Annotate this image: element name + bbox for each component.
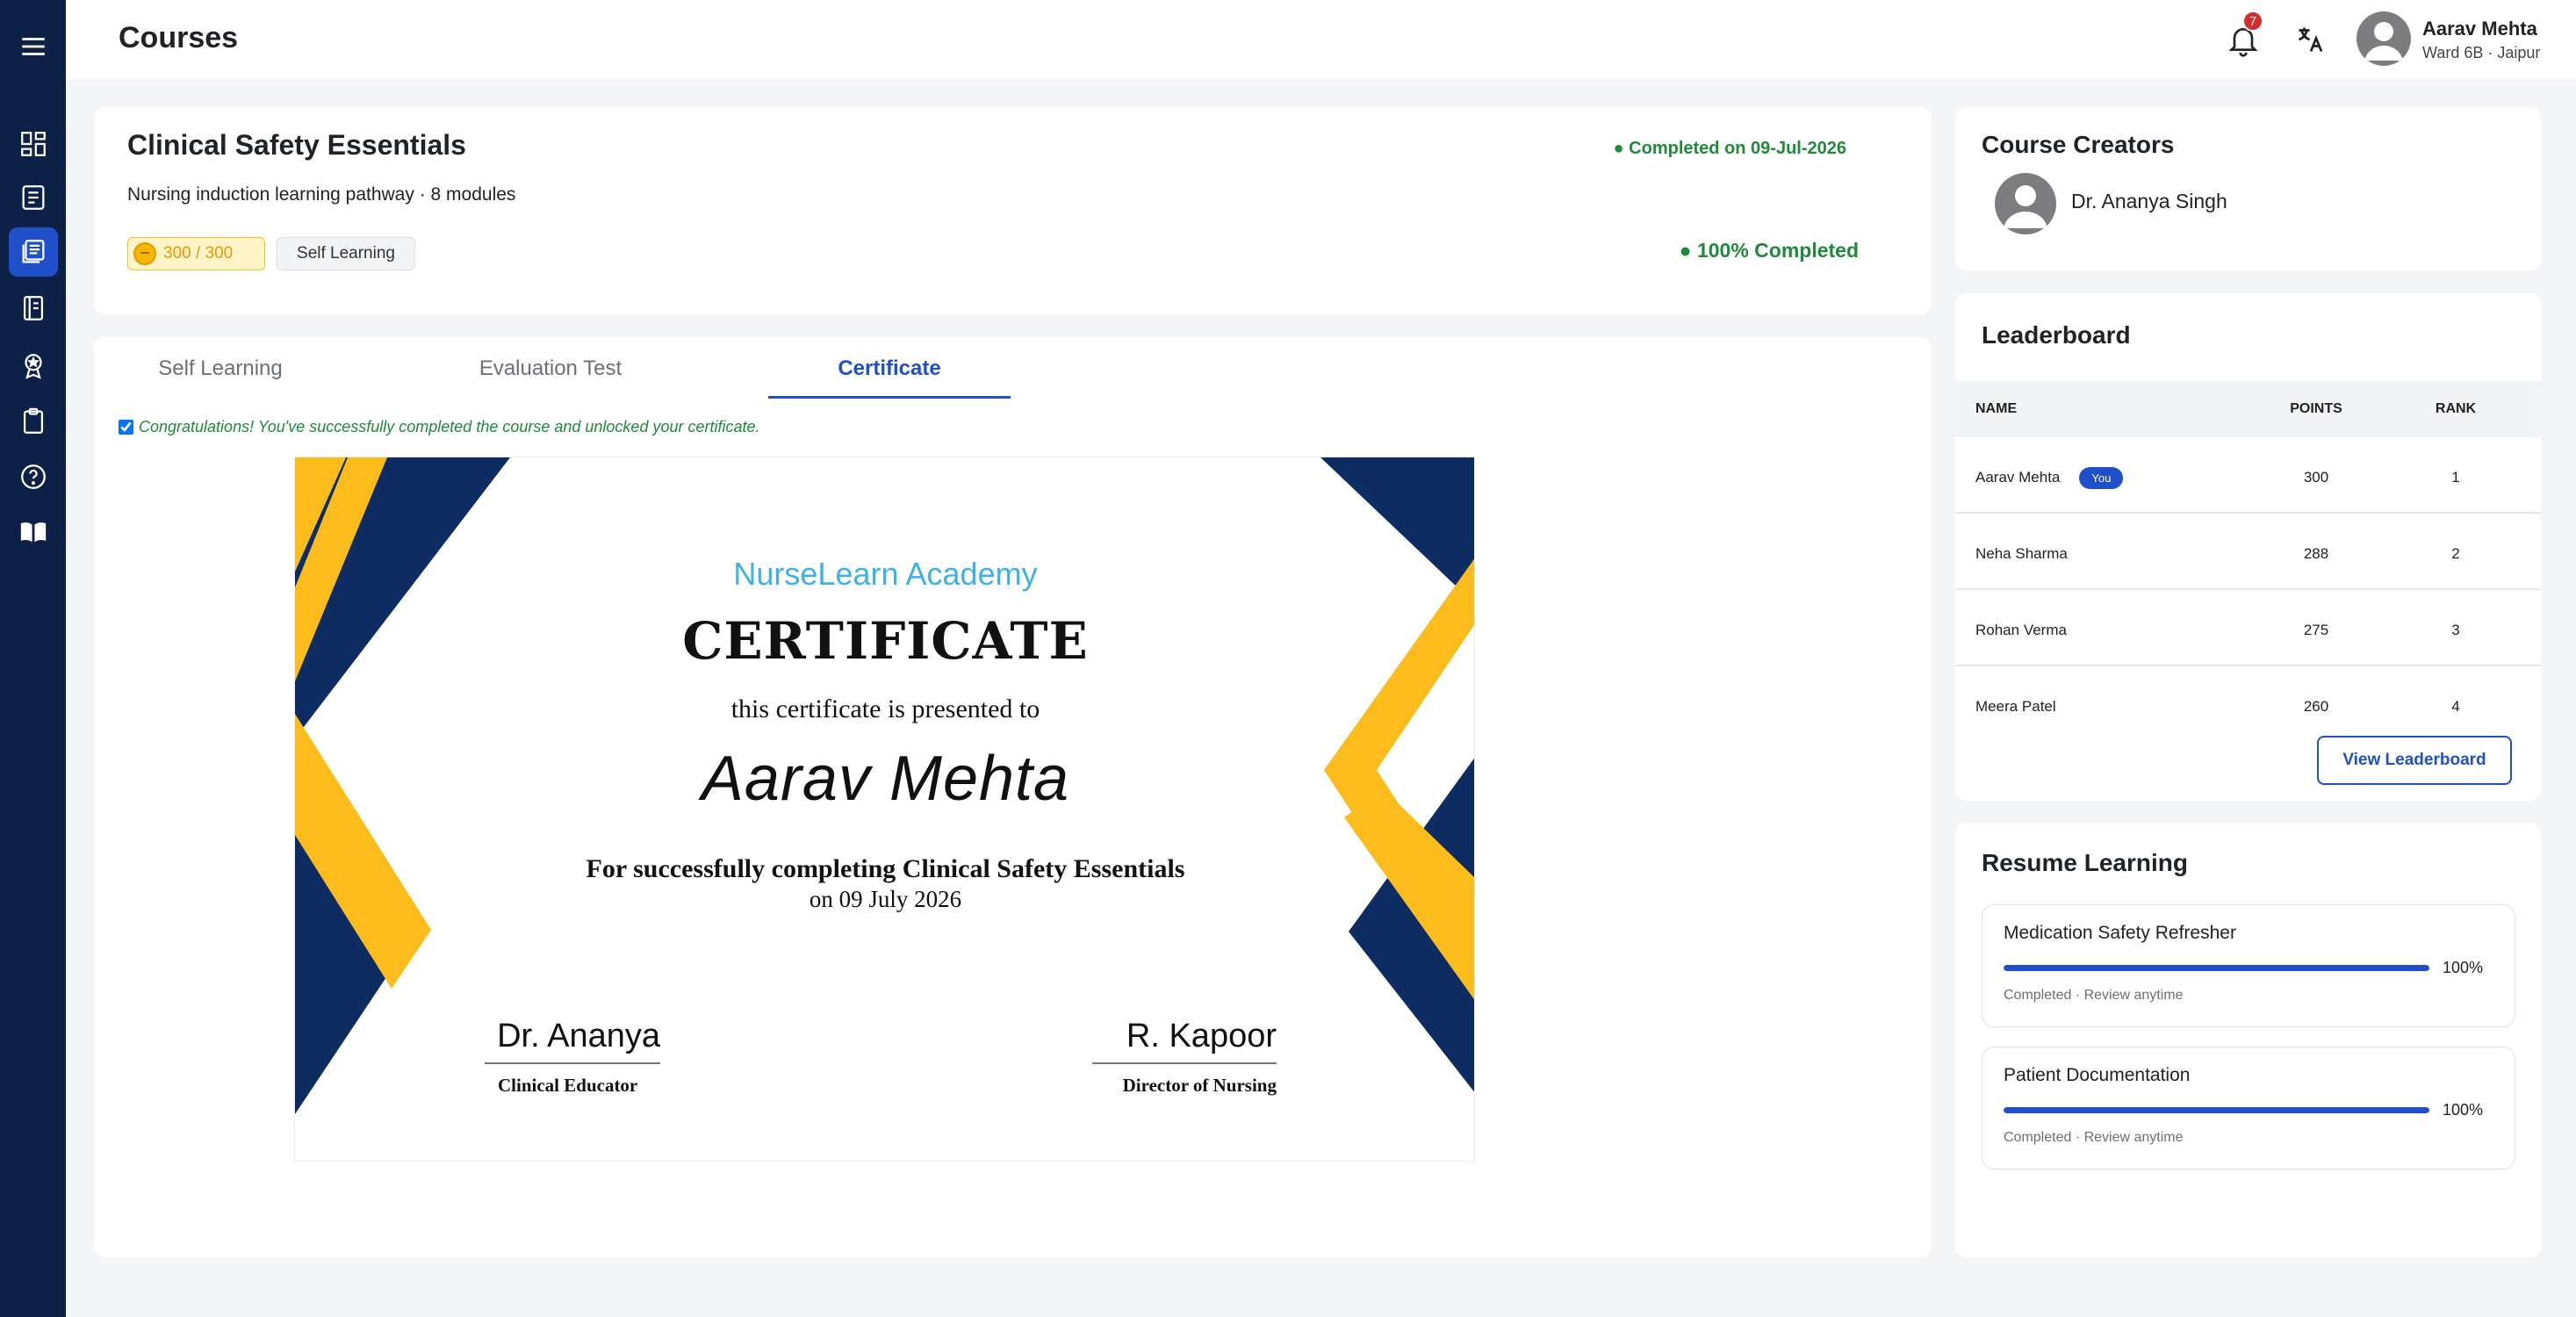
row-name: Rohan Verma — [1975, 622, 2067, 638]
notifications-button[interactable]: 7 — [2221, 11, 2265, 61]
course-type-chip: Self Learning — [277, 237, 415, 270]
leaderboard-row: Meera Patel 260 4 — [1955, 666, 2541, 743]
signature-left: Dr. Ananya Clinical Educator — [485, 1018, 660, 1097]
signature-line — [1092, 1062, 1277, 1064]
points-chip: 300 / 300 — [127, 237, 265, 270]
translate-icon — [2299, 27, 2323, 53]
leaderboard-heading: Leaderboard — [1982, 321, 2131, 349]
certificate-title: CERTIFICATE — [682, 611, 1089, 671]
course-tabs: Self Learning Evaluation Test Certificat… — [94, 337, 1148, 399]
progress-fill — [2004, 1107, 2429, 1113]
menu-icon[interactable] — [9, 22, 58, 71]
creators-heading: Course Creators — [1982, 131, 2175, 158]
user-avatar[interactable] — [2357, 11, 2411, 66]
course-title: Clinical Safety Essentials — [127, 129, 466, 161]
progress-fill — [2004, 965, 2429, 971]
certificate-presented-to: this certificate is presented to — [730, 694, 1040, 723]
col-name-header: NAME — [1975, 401, 2018, 416]
top-bar: Courses 7 Aarav Mehta Ward 6B · Jaipur — [66, 0, 2576, 81]
tab-certificate[interactable]: Certificate — [768, 356, 1011, 399]
library-icon[interactable] — [9, 507, 58, 557]
signature-name: Dr. Ananya — [497, 1018, 660, 1054]
notification-count-badge: 7 — [2242, 11, 2263, 32]
row-rank: 3 — [2451, 622, 2460, 638]
congrats-message: Congratulations! You've successfully com… — [119, 418, 760, 436]
row-points: 288 — [2303, 545, 2329, 562]
points-value: 300 / 300 — [163, 244, 234, 263]
row-name: Neha Sharma — [1975, 545, 2068, 562]
translate-button[interactable] — [2289, 18, 2333, 61]
row-name-text: Aarav Mehta — [1975, 468, 2061, 486]
signature-role: Clinical Educator — [498, 1075, 638, 1096]
dashboard-icon[interactable] — [9, 119, 58, 169]
resume-item-title: Patient Documentation — [2004, 1065, 2191, 1085]
page-title: Courses — [119, 21, 239, 54]
signature-name: R. Kapoor — [1126, 1018, 1277, 1054]
sidebar — [0, 0, 66, 1317]
you-badge: You — [2079, 467, 2124, 489]
row-points: 260 — [2303, 698, 2329, 715]
view-leaderboard-button[interactable]: View Leaderboard — [2317, 736, 2512, 785]
leaderboard-row: Rohan Verma 275 3 — [1955, 590, 2541, 666]
tab-evaluation-test[interactable]: Evaluation Test — [450, 356, 651, 399]
row-rank: 2 — [2451, 545, 2460, 562]
certificate-reason: For successfully completing Clinical Saf… — [586, 854, 1185, 883]
resume-learning-card: Resume Learning Medication Safety Refres… — [1955, 823, 2541, 1257]
course-creators-card: Course Creators Dr. Ananya Singh — [1955, 107, 2541, 270]
resume-item[interactable]: Medication Safety Refresher 100% Complet… — [1982, 904, 2515, 1027]
completed-date: ● Completed on 09-Jul-2026 — [1613, 139, 1846, 158]
resume-item[interactable]: Patient Documentation 100% Completed · R… — [1982, 1047, 2515, 1169]
col-points-header: POINTS — [2290, 401, 2342, 416]
certificate-org: NurseLearn Academy — [733, 556, 1038, 592]
user-name[interactable]: Aarav Mehta — [2422, 18, 2537, 40]
course-summary-card: Clinical Safety Essentials Nursing induc… — [94, 107, 1932, 314]
help-icon[interactable] — [9, 452, 58, 501]
col-rank-header: RANK — [2435, 401, 2477, 416]
leaderboard-row: Neha Sharma 288 2 — [1955, 514, 2541, 590]
progress-percent: 100% — [2443, 1101, 2484, 1119]
resume-heading: Resume Learning — [1982, 849, 2188, 876]
courses-icon[interactable] — [9, 227, 58, 277]
resume-item-status: Completed · Review anytime — [2004, 988, 2184, 1003]
creator-avatar — [1995, 173, 2056, 234]
notes-icon[interactable] — [9, 173, 58, 222]
signature-role: Director of Nursing — [1122, 1075, 1277, 1096]
course-content-card: Self Learning Evaluation Test Certificat… — [94, 337, 1932, 1257]
signature-line — [485, 1062, 660, 1064]
completion-status: ● 100% Completed — [1679, 239, 1859, 262]
certificate-date: on 09 July 2026 — [809, 886, 962, 912]
leaderboard-row: Aarav Mehta You 300 1 — [1955, 437, 2541, 514]
signature-right: R. Kapoor Director of Nursing — [1092, 1018, 1277, 1097]
creator-name[interactable]: Dr. Ananya Singh — [2071, 190, 2227, 213]
congrats-text: Congratulations! You've successfully com… — [139, 418, 760, 435]
congrats-checkbox — [119, 420, 133, 435]
coin-icon — [133, 242, 156, 265]
user-location: Ward 6B · Jaipur — [2422, 44, 2541, 61]
leaderboard-header: NAME POINTS RANK — [1955, 381, 2541, 437]
tab-self-learning[interactable]: Self Learning — [147, 356, 294, 399]
certificate-recipient: Aarav Mehta — [701, 744, 1070, 814]
progress-percent: 100% — [2443, 959, 2484, 976]
course-subtitle: Nursing induction learning pathway · 8 m… — [127, 184, 516, 205]
progress-bar — [2004, 965, 2429, 971]
progress-bar — [2004, 1107, 2429, 1113]
row-points: 300 — [2303, 469, 2329, 486]
resume-item-title: Medication Safety Refresher — [2004, 923, 2236, 943]
certificate: NurseLearn Academy CERTIFICATE this cert… — [294, 457, 1475, 1162]
row-points: 275 — [2303, 622, 2329, 638]
journal-icon[interactable] — [9, 284, 58, 333]
resume-item-status: Completed · Review anytime — [2004, 1130, 2184, 1145]
row-name: Meera Patel — [1975, 698, 2056, 715]
row-name: Aarav Mehta You — [1975, 467, 2124, 489]
badge-icon[interactable] — [9, 342, 58, 391]
row-rank: 4 — [2451, 698, 2460, 715]
leaderboard-card: Leaderboard NAME POINTS RANK Aarav Mehta… — [1955, 293, 2541, 801]
row-rank: 1 — [2451, 469, 2460, 486]
clipboard-icon[interactable] — [9, 397, 58, 446]
